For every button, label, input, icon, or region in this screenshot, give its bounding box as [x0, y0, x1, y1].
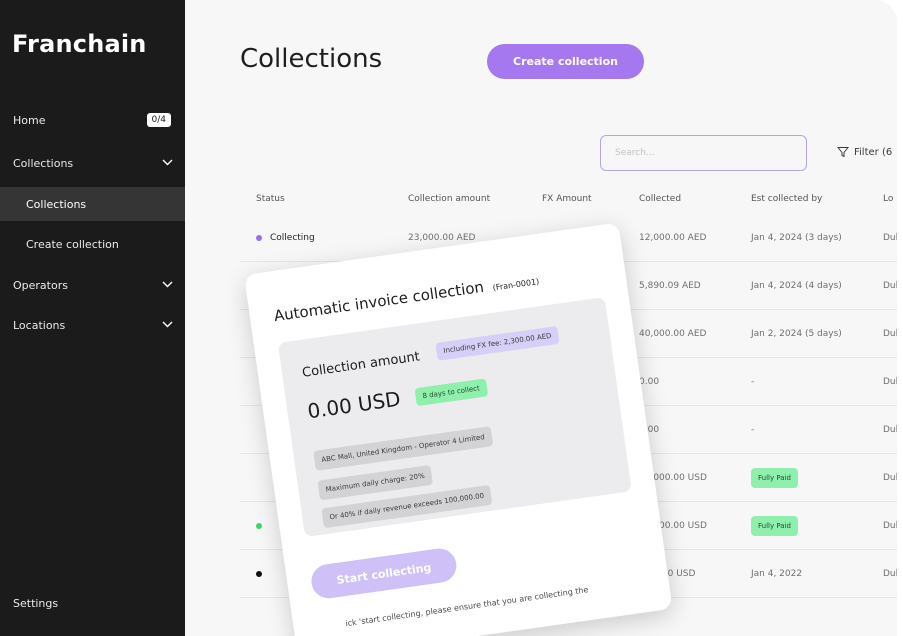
column-header-location[interactable]: Lo	[883, 194, 893, 204]
start-collecting-button[interactable]: Start collecting	[309, 546, 459, 601]
column-header-est-collected-by[interactable]: Est collected by	[751, 194, 822, 204]
amount-cell: 23,000.00 AED	[408, 232, 476, 243]
collected-cell: 12,000.00 AED	[639, 232, 707, 243]
est-cell: -	[751, 424, 755, 435]
sidebar-subitem-collections[interactable]: Collections	[0, 187, 185, 221]
collection-amount-value: 0.00 USD	[305, 386, 402, 424]
column-header-collection-amount[interactable]: Collection amount	[408, 194, 490, 204]
status-cell: Collecting	[256, 233, 315, 243]
loc-cell: Dul	[883, 376, 897, 387]
chevron-down-icon	[162, 159, 173, 168]
status-dot-icon	[256, 570, 262, 577]
filter-icon	[837, 147, 849, 158]
filter-button[interactable]: Filter (6	[837, 146, 892, 158]
sidebar-item-collections[interactable]: Collections	[0, 146, 185, 180]
loc-cell: Dul	[883, 568, 897, 579]
loc-cell: Dul	[883, 280, 897, 291]
sidebar-item-settings[interactable]: Settings	[13, 597, 58, 610]
location-operator-tag: ABC Mall, United Kingdom - Operator 4 Li…	[313, 426, 493, 471]
loc-cell: Dul	[883, 520, 897, 531]
sidebar-item-operators[interactable]: Operators	[0, 268, 185, 302]
search-input[interactable]	[600, 135, 807, 171]
chevron-down-icon	[162, 281, 173, 290]
collected-cell: 0.00	[639, 376, 660, 387]
column-header-collected[interactable]: Collected	[639, 194, 681, 204]
loc-cell: Dul	[883, 472, 897, 483]
page-title: Collections	[240, 44, 383, 74]
collected-cell: 40,000.00 AED	[639, 328, 707, 339]
days-to-collect-badge: 8 days to collect	[414, 378, 488, 407]
sidebar-item-label: Create collection	[26, 237, 119, 251]
card-code: (Fran-0001)	[492, 277, 540, 293]
collection-amount-label: Collection amount	[301, 349, 421, 381]
sidebar-item-locations[interactable]: Locations	[0, 308, 185, 342]
est-cell: Jan 4, 2024 (4 days)	[751, 280, 842, 291]
fully-paid-badge: Fully Paid	[751, 467, 798, 488]
est-cell: Jan 2, 2024 (5 days)	[751, 328, 842, 339]
fx-fee-badge: Including FX fee: 2,300.00 AED	[435, 325, 560, 361]
column-header-status[interactable]: Status	[256, 194, 285, 204]
sidebar-item-home[interactable]: Home 0/4	[0, 103, 185, 137]
est-collected-cell: Fully Paid	[751, 467, 798, 488]
progress-badge: 0/4	[146, 113, 171, 127]
filter-label: Filter (6	[854, 146, 893, 158]
loc-cell: Dul	[883, 232, 897, 243]
est-cell: Jan 4, 2024 (3 days)	[751, 232, 842, 243]
sidebar-item-label: Locations	[13, 318, 66, 332]
status-dot-icon	[256, 522, 262, 529]
status-dot-icon	[256, 234, 262, 241]
loc-cell: Dul	[883, 328, 897, 339]
status-cell	[256, 570, 270, 577]
sidebar-item-label: Operators	[13, 278, 68, 292]
card-footnote: ick 'start collecting, please ensure tha…	[344, 585, 589, 629]
est-cell: -	[751, 376, 755, 387]
collected-cell: 5,890.09 AED	[639, 280, 701, 291]
est-collected-cell: Fully Paid	[751, 515, 798, 536]
sidebar-item-label: Home	[13, 113, 46, 127]
status-text: Collecting	[270, 232, 315, 243]
chevron-down-icon	[162, 321, 173, 330]
sidebar-item-label: Collections	[13, 156, 74, 170]
column-header-fx-amount[interactable]: FX Amount	[542, 194, 592, 204]
collection-summary-panel: Collection amount Including FX fee: 2,30…	[277, 297, 632, 538]
loc-cell: Dul	[883, 424, 897, 435]
sidebar: Franchain Home 0/4 Collections Collectio…	[0, 0, 185, 636]
sidebar-item-label: Collections	[26, 197, 87, 211]
window-edge	[897, 0, 903, 636]
status-cell	[256, 522, 270, 529]
create-collection-button[interactable]: Create collection	[487, 44, 644, 79]
invoice-collection-card: Automatic invoice collection (Fran-0001)…	[244, 222, 673, 636]
sidebar-subitem-create-collection[interactable]: Create collection	[0, 227, 185, 261]
est-cell: Jan 4, 2022	[751, 568, 803, 579]
brand-logo: Franchain	[12, 30, 147, 58]
fully-paid-badge: Fully Paid	[751, 515, 798, 536]
